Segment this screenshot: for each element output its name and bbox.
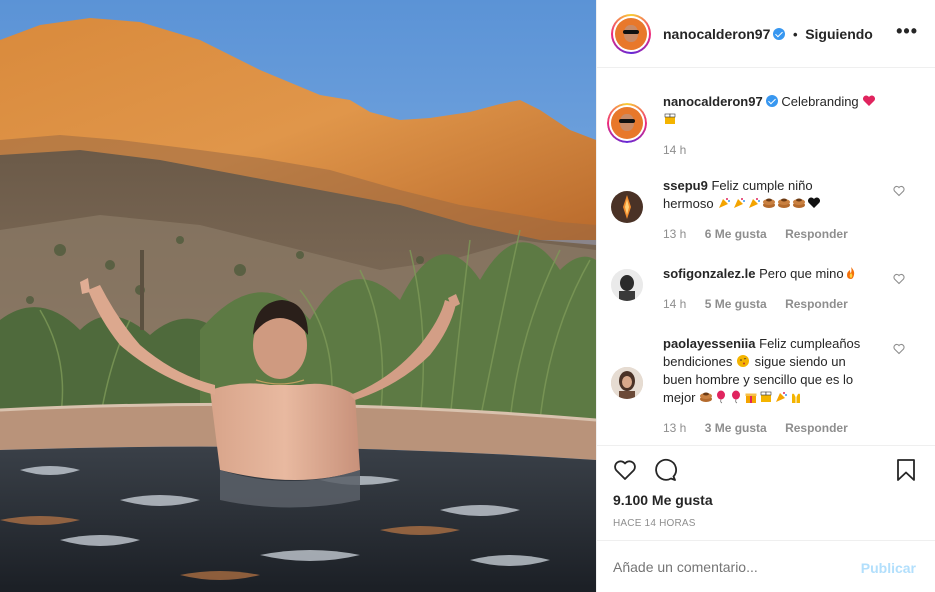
comment-meta: 14 h 5 Me gusta Responder bbox=[663, 297, 863, 311]
comment-text: sofigonzalez.le Pero que mino bbox=[663, 265, 893, 283]
comment-time[interactable]: 13 h bbox=[663, 421, 686, 435]
more-options-icon[interactable]: ••• bbox=[896, 22, 918, 40]
add-comment-input[interactable] bbox=[613, 559, 843, 575]
beer-mugs-emoji bbox=[664, 113, 676, 124]
instagram-post: nanocalderon97 • Siguiendo ••• nanocalde… bbox=[0, 0, 935, 592]
comment-emojis bbox=[717, 196, 822, 211]
reply-button[interactable]: Responder bbox=[785, 297, 848, 311]
comments-list[interactable]: nanocalderon97 Celebranding 14 h ssepu9 … bbox=[597, 69, 935, 445]
comment-body-line1: Feliz cumpleaños bbox=[759, 336, 861, 351]
fire-emoji bbox=[846, 267, 854, 279]
comment-author[interactable]: paolayesseniia bbox=[663, 336, 756, 351]
caption-avatar[interactable] bbox=[607, 103, 647, 143]
hot-tub-mountain-photo bbox=[0, 0, 596, 592]
verified-badge-icon bbox=[773, 27, 786, 40]
caption-meta: 14 h bbox=[663, 143, 701, 157]
bookmark-save-icon[interactable] bbox=[894, 458, 918, 482]
black-heart-emoji bbox=[808, 197, 821, 208]
pancakes-emoji bbox=[793, 198, 806, 208]
comment-body-line1: Pero que mino bbox=[759, 266, 844, 281]
comment-emojis bbox=[699, 390, 804, 405]
comment-bubble-icon[interactable] bbox=[653, 458, 677, 482]
post-actions: 9.100 Me gusta HACE 14 HORAS bbox=[597, 445, 935, 540]
gift-emoji bbox=[745, 393, 757, 403]
post-header: nanocalderon97 • Siguiendo ••• bbox=[597, 0, 935, 68]
pancakes-emoji bbox=[763, 198, 776, 208]
praise-hands-emoji bbox=[792, 393, 801, 403]
commenter-avatar[interactable] bbox=[611, 269, 643, 301]
author-info: nanocalderon97 • Siguiendo bbox=[663, 26, 873, 42]
comment-body-line4: mejor bbox=[663, 390, 696, 405]
beer-mugs-emoji bbox=[760, 391, 772, 402]
publish-button[interactable]: Publicar bbox=[861, 560, 916, 576]
pancakes-emoji bbox=[700, 392, 713, 402]
comment-time[interactable]: 13 h bbox=[663, 227, 686, 241]
separator-dot: • bbox=[793, 26, 798, 42]
verified-badge-icon bbox=[765, 95, 778, 107]
like-comment-heart-icon[interactable] bbox=[893, 185, 905, 197]
comment-body-line2b: sigue siendo un bbox=[754, 354, 846, 369]
comment-likes[interactable]: 3 Me gusta bbox=[705, 421, 767, 435]
balloon-emoji bbox=[732, 390, 741, 404]
following-button[interactable]: Siguiendo bbox=[805, 26, 873, 42]
caption-text: nanocalderon97 Celebranding bbox=[663, 93, 893, 129]
comment-meta: 13 h 3 Me gusta Responder bbox=[663, 421, 863, 435]
reply-button[interactable]: Responder bbox=[785, 227, 848, 241]
post-photo[interactable] bbox=[0, 0, 596, 592]
commenter-avatar[interactable] bbox=[611, 367, 643, 399]
likes-count[interactable]: 9.100 Me gusta bbox=[613, 492, 713, 508]
comment-author[interactable]: ssepu9 bbox=[663, 178, 708, 193]
party-popper-emoji bbox=[719, 198, 731, 208]
comment-body-line1: Feliz cumple niño bbox=[711, 178, 813, 193]
comment-time[interactable]: 14 h bbox=[663, 297, 686, 311]
party-popper-emoji bbox=[776, 392, 788, 402]
kissing-face-emoji bbox=[737, 355, 750, 367]
comment-author[interactable]: sofigonzalez.le bbox=[663, 266, 755, 281]
red-heart-emoji bbox=[863, 95, 876, 106]
balloon-emoji bbox=[717, 390, 726, 404]
reply-button[interactable]: Responder bbox=[785, 421, 848, 435]
author-username[interactable]: nanocalderon97 bbox=[663, 26, 770, 42]
caption-time[interactable]: 14 h bbox=[663, 143, 686, 157]
comment-body-line2: bendiciones bbox=[663, 354, 733, 369]
comment-body-line3: buen hombre y sencillo que es lo bbox=[663, 372, 854, 387]
comment-text: paolayesseniia Feliz cumpleaños bendicio… bbox=[663, 335, 893, 407]
like-comment-heart-icon[interactable] bbox=[893, 273, 905, 285]
post-side-panel: nanocalderon97 • Siguiendo ••• nanocalde… bbox=[596, 0, 935, 592]
pancakes-emoji bbox=[778, 198, 791, 208]
party-popper-emoji bbox=[734, 198, 746, 208]
comment-composer: Publicar bbox=[597, 540, 935, 592]
caption-author[interactable]: nanocalderon97 bbox=[663, 94, 763, 109]
party-popper-emoji bbox=[749, 198, 761, 208]
post-timestamp[interactable]: HACE 14 HORAS bbox=[613, 518, 696, 529]
like-heart-icon[interactable] bbox=[613, 458, 637, 482]
comment-body-line2: hermoso bbox=[663, 196, 714, 211]
comment-text: ssepu9 Feliz cumple niño hermoso bbox=[663, 177, 893, 213]
like-comment-heart-icon[interactable] bbox=[893, 343, 905, 355]
caption-body: Celebranding bbox=[781, 94, 859, 109]
comment-likes[interactable]: 6 Me gusta bbox=[705, 227, 767, 241]
author-avatar[interactable] bbox=[611, 13, 651, 54]
comment-likes[interactable]: 5 Me gusta bbox=[705, 297, 767, 311]
commenter-avatar[interactable] bbox=[611, 191, 643, 223]
comment-meta: 13 h 6 Me gusta Responder bbox=[663, 227, 863, 241]
